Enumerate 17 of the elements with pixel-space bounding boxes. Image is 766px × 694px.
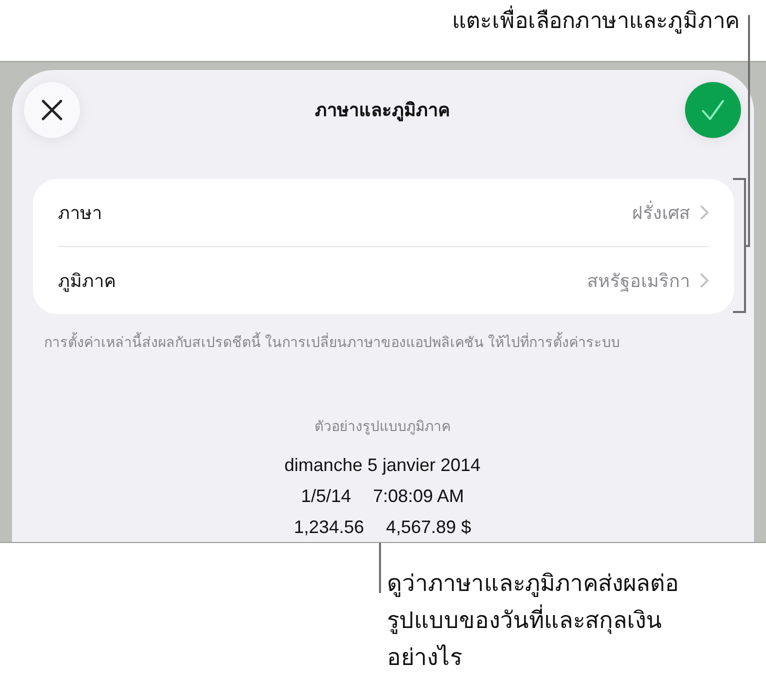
preview-heading: ตัวอย่างรูปแบบภูมิภาค [314, 417, 450, 436]
checkmark-icon [701, 99, 725, 121]
format-sample: 4,567.89 $ [386, 516, 472, 539]
setting-label[interactable]: ภาษา [58, 198, 102, 227]
callout-text: แตะเพื่อเลือกภาษาและภูมิภาค [452, 6, 740, 36]
format-sample: 7:08:09 AM [372, 485, 464, 508]
format-sample: 1,234.56 [294, 516, 364, 539]
chevron-icon [700, 205, 709, 220]
close-icon [41, 99, 63, 121]
date-sample: dimanche 5 janvier 2014 [284, 454, 481, 477]
sheet-title: ภาษาและภูมิภาค [314, 99, 451, 122]
settings-note: การตั้งค่าเหล่านี้ส่งผลกับสเปรดชีตนี้ ในการเปลี่ยนภาษาของแอปพลิเคชัน ให้ไปที่การตั้งค่าระบบ [44, 332, 620, 352]
setting-label[interactable]: ภูมิภาค [58, 266, 116, 295]
chevron-icon [700, 273, 709, 288]
callout-text: ดูว่าภาษาและภูมิภาคส่งผลต่อ รูปแบบของวันที่และสกุลเงิน อย่างไร [387, 569, 679, 672]
format-sample: 1/5/14 [300, 485, 351, 508]
leader-line [378, 543, 382, 593]
